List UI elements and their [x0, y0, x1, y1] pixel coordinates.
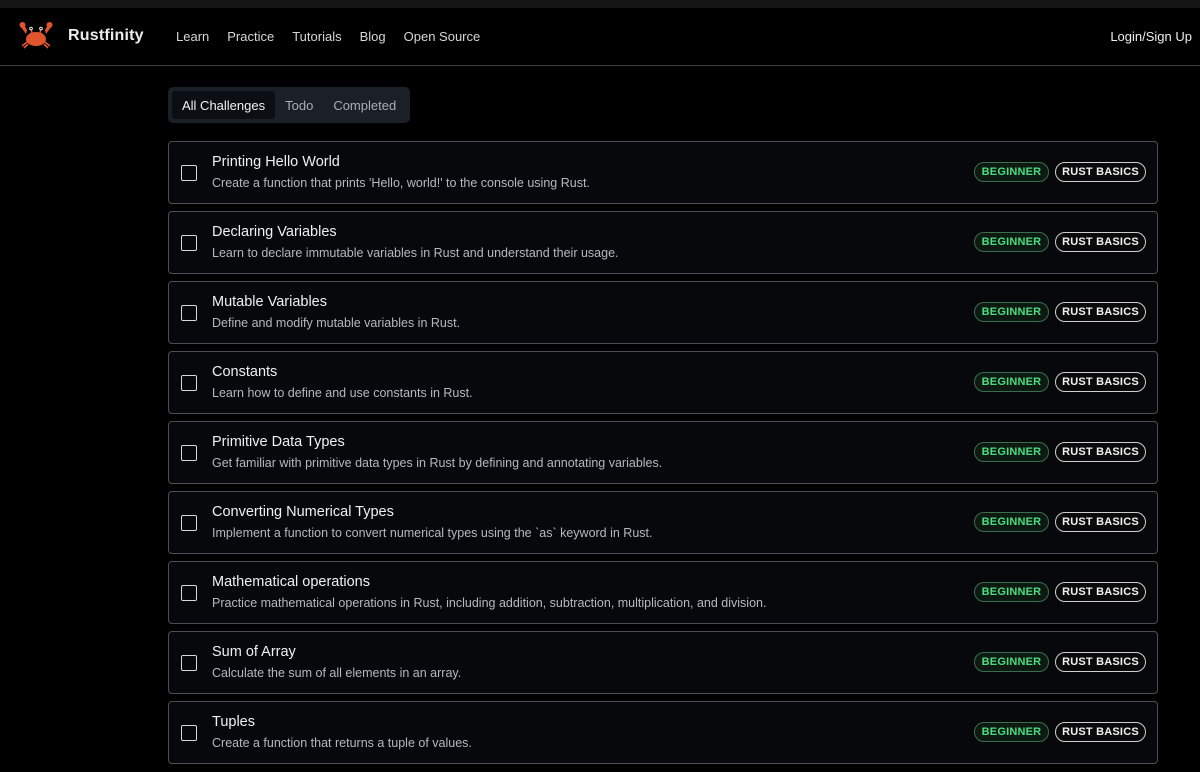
challenge-card[interactable]: Constants Learn how to define and use co…	[168, 351, 1158, 414]
challenge-title: Tuples	[212, 714, 255, 730]
challenge-filter-tabs: All Challenges Todo Completed	[168, 87, 411, 123]
challenge-title: Sum of Array	[212, 644, 296, 660]
level-badge: BEGINNER	[974, 302, 1049, 322]
topic-badge: RUST BASICS	[1055, 582, 1146, 602]
challenge-checkbox[interactable]	[181, 445, 197, 461]
challenge-title: Converting Numerical Types	[212, 504, 394, 520]
challenge-description: Create a function that prints 'Hello, wo…	[212, 176, 590, 190]
tab-all-challenges[interactable]: All Challenges	[172, 91, 276, 119]
challenge-title: Mutable Variables	[212, 294, 327, 310]
nav-practice[interactable]: Practice	[227, 29, 274, 44]
challenge-checkbox[interactable]	[181, 655, 197, 671]
level-badge: BEGINNER	[974, 232, 1049, 252]
level-badge: BEGINNER	[974, 372, 1049, 392]
challenge-description: Practice mathematical operations in Rust…	[212, 596, 767, 610]
challenge-description: Define and modify mutable variables in R…	[212, 316, 461, 330]
tab-todo[interactable]: Todo	[275, 91, 323, 119]
site-header: Rustfinity Learn Practice Tutorials Blog…	[0, 8, 1200, 66]
nav-tutorials[interactable]: Tutorials	[292, 29, 341, 44]
challenge-description: Calculate the sum of all elements in an …	[212, 666, 462, 680]
main-nav: Learn Practice Tutorials Blog Open Sourc…	[176, 29, 498, 44]
brand-name[interactable]: Rustfinity	[68, 27, 144, 45]
level-badge: BEGINNER	[974, 582, 1049, 602]
level-badge: BEGINNER	[974, 442, 1049, 462]
level-badge: BEGINNER	[974, 722, 1049, 742]
challenge-title: Mathematical operations	[212, 574, 370, 590]
challenge-card[interactable]: Declaring Variables Learn to declare imm…	[168, 211, 1158, 274]
challenge-card[interactable]: Converting Numerical Types Implement a f…	[168, 491, 1158, 554]
topic-badge: RUST BASICS	[1055, 302, 1146, 322]
challenge-card[interactable]: Mathematical operations Practice mathema…	[168, 561, 1158, 624]
level-badge: BEGINNER	[974, 512, 1049, 532]
nav-learn[interactable]: Learn	[176, 29, 209, 44]
level-badge: BEGINNER	[974, 162, 1049, 182]
tab-completed[interactable]: Completed	[323, 91, 406, 119]
challenge-checkbox[interactable]	[181, 375, 197, 391]
challenge-checkbox[interactable]	[181, 585, 197, 601]
challenge-checkbox[interactable]	[181, 725, 197, 741]
challenge-checkbox[interactable]	[181, 235, 197, 251]
challenge-title: Constants	[212, 364, 278, 380]
challenge-card[interactable]: Mutable Variables Define and modify muta…	[168, 281, 1158, 344]
login-signup-link[interactable]: Login/Sign Up	[1110, 29, 1192, 44]
topic-badge: RUST BASICS	[1055, 652, 1146, 672]
topic-badge: RUST BASICS	[1055, 162, 1146, 182]
challenge-card[interactable]: Primitive Data Types Get familiar with p…	[168, 421, 1158, 484]
challenge-card[interactable]: Tuples Create a function that returns a …	[168, 701, 1158, 764]
challenge-title: Primitive Data Types	[212, 434, 345, 450]
nav-blog[interactable]: Blog	[360, 29, 386, 44]
challenge-checkbox[interactable]	[181, 305, 197, 321]
challenge-card[interactable]: Sum of Array Calculate the sum of all el…	[168, 631, 1158, 694]
nav-open-source[interactable]: Open Source	[404, 29, 481, 44]
level-badge: BEGINNER	[974, 652, 1049, 672]
challenge-title: Printing Hello World	[212, 154, 340, 170]
challenge-card[interactable]: Printing Hello World Create a function t…	[168, 141, 1158, 204]
browser-top-strip	[0, 0, 1200, 8]
challenge-title: Declaring Variables	[212, 224, 337, 240]
crab-icon[interactable]	[18, 20, 54, 50]
topic-badge: RUST BASICS	[1055, 442, 1146, 462]
challenge-description: Implement a function to convert numerica…	[212, 526, 653, 540]
challenge-checkbox[interactable]	[181, 515, 197, 531]
challenge-description: Learn how to define and use constants in…	[212, 386, 473, 400]
challenge-description: Learn to declare immutable variables in …	[212, 246, 619, 260]
challenge-list: Printing Hello World Create a function t…	[168, 141, 1158, 771]
challenge-description: Get familiar with primitive data types i…	[212, 456, 663, 470]
topic-badge: RUST BASICS	[1055, 722, 1146, 742]
challenge-checkbox[interactable]	[181, 165, 197, 181]
topic-badge: RUST BASICS	[1055, 232, 1146, 252]
challenge-description: Create a function that returns a tuple o…	[212, 736, 472, 750]
topic-badge: RUST BASICS	[1055, 512, 1146, 532]
topic-badge: RUST BASICS	[1055, 372, 1146, 392]
